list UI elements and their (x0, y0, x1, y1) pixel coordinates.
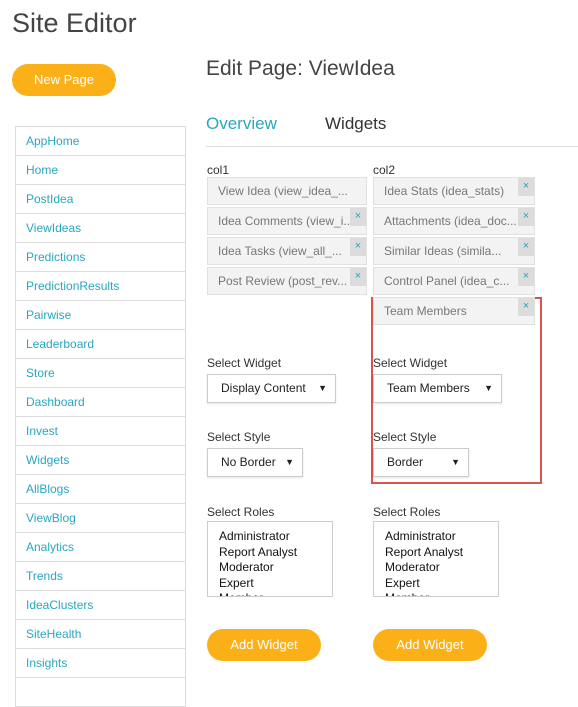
sidebar-item[interactable]: Dashboard (15, 388, 186, 417)
role-option[interactable]: Administrator (385, 529, 498, 545)
col2-header: col2 (373, 163, 396, 177)
widget-label: Control Panel (idea_c... (384, 274, 510, 288)
sidebar-item[interactable]: Analytics (15, 533, 186, 562)
widget-label: Team Members (384, 304, 467, 318)
selected-value: No Border (221, 455, 276, 469)
select-roles-label: Select Roles (373, 505, 441, 519)
page-title: Edit Page: ViewIdea (206, 57, 395, 80)
sidebar-item[interactable]: AllBlogs (15, 475, 186, 504)
sidebar-item[interactable] (15, 678, 186, 707)
caret-down-icon: ▼ (484, 383, 493, 393)
widget-item[interactable]: Control Panel (idea_c... × (373, 267, 535, 295)
sidebar-item[interactable]: Trends (15, 562, 186, 591)
sidebar-item[interactable]: PostIdea (15, 185, 186, 214)
sidebar-item[interactable]: ViewBlog (15, 504, 186, 533)
widget-item[interactable]: Idea Comments (view_i... × (207, 207, 367, 235)
select-style-dropdown[interactable]: Border ▼ (373, 448, 469, 477)
role-option[interactable]: Moderator (385, 560, 498, 576)
select-roles-label: Select Roles (207, 505, 275, 519)
remove-icon[interactable]: × (350, 268, 366, 286)
tab-overview[interactable]: Overview (206, 114, 277, 134)
sidebar-item[interactable]: SiteHealth (15, 620, 186, 649)
caret-down-icon: ▼ (318, 383, 327, 393)
sidebar-item[interactable]: Home (15, 156, 186, 185)
select-widget-dropdown[interactable]: Team Members ▼ (373, 374, 502, 403)
role-option[interactable]: Expert (385, 576, 498, 592)
select-widget-label: Select Widget (207, 356, 282, 370)
widget-label: Post Review (post_rev... (218, 274, 348, 288)
select-style-dropdown[interactable]: No Border ▼ (207, 448, 303, 477)
widget-label: Idea Tasks (view_all_... (218, 244, 342, 258)
select-widget-dropdown[interactable]: Display Content ▼ (207, 374, 336, 403)
role-option[interactable]: Member (219, 591, 332, 596)
selected-value: Display Content (221, 381, 306, 395)
role-option[interactable]: Report Analyst (385, 545, 498, 561)
remove-icon[interactable]: × (518, 238, 534, 256)
tab-divider (206, 146, 578, 147)
caret-down-icon: ▼ (285, 457, 294, 467)
widget-item[interactable]: View Idea (view_idea_... (207, 177, 367, 205)
widget-label: Similar Ideas (simila... (384, 244, 502, 258)
remove-icon[interactable]: × (350, 208, 366, 226)
sidebar-item[interactable]: Insights (15, 649, 186, 678)
tab-widgets[interactable]: Widgets (325, 114, 386, 134)
role-option[interactable]: Administrator (219, 529, 332, 545)
roles-listbox[interactable]: Administrator Report Analyst Moderator Expe… (207, 521, 333, 597)
widget-label: Idea Stats (idea_stats) (384, 184, 505, 198)
select-style-label: Select Style (373, 430, 437, 444)
sidebar-item[interactable]: PredictionResults (15, 272, 186, 301)
remove-icon[interactable]: × (518, 268, 534, 286)
sidebar-item[interactable]: ViewIdeas (15, 214, 186, 243)
widget-item[interactable]: Post Review (post_rev... × (207, 267, 367, 295)
role-option[interactable]: Expert (219, 576, 332, 592)
sidebar-item[interactable]: Pairwise (15, 301, 186, 330)
widget-item[interactable]: Team Members × (373, 297, 535, 325)
remove-icon[interactable]: × (518, 178, 534, 196)
add-widget-button[interactable]: Add Widget (373, 629, 487, 661)
sidebar: AppHome Home PostIdea ViewIdeas Predictions P… (15, 126, 186, 707)
role-option[interactable]: Report Analyst (219, 545, 332, 561)
select-style-label: Select Style (207, 430, 271, 444)
caret-down-icon: ▼ (451, 457, 460, 467)
role-option[interactable]: Member (385, 591, 498, 596)
selected-value: Team Members (387, 381, 470, 395)
sidebar-item[interactable]: Widgets (15, 446, 186, 475)
col1-header: col1 (207, 163, 230, 177)
widget-label: View Idea (view_idea_... (218, 184, 348, 198)
selected-value: Border (387, 455, 424, 469)
remove-icon[interactable]: × (518, 298, 534, 316)
sidebar-item[interactable]: Store (15, 359, 186, 388)
remove-icon[interactable]: × (350, 238, 366, 256)
sidebar-item[interactable]: AppHome (15, 127, 186, 156)
widget-label: Attachments (idea_doc... (384, 214, 517, 228)
sidebar-item[interactable]: Invest (15, 417, 186, 446)
new-page-button[interactable]: New Page (12, 64, 116, 96)
remove-icon[interactable]: × (518, 208, 534, 226)
add-widget-button[interactable]: Add Widget (207, 629, 321, 661)
sidebar-item[interactable]: Predictions (15, 243, 186, 272)
select-widget-label: Select Widget (373, 356, 448, 370)
widget-label: Idea Comments (view_i... (218, 214, 354, 228)
widget-item[interactable]: Attachments (idea_doc... × (373, 207, 535, 235)
app-title: Site Editor (12, 8, 137, 38)
role-option[interactable]: Moderator (219, 560, 332, 576)
sidebar-item[interactable]: Leaderboard (15, 330, 186, 359)
roles-listbox[interactable]: Administrator Report Analyst Moderator Expe… (373, 521, 499, 597)
widget-item[interactable]: Idea Tasks (view_all_... × (207, 237, 367, 265)
widget-item[interactable]: Idea Stats (idea_stats) × (373, 177, 535, 205)
widget-item[interactable]: Similar Ideas (simila... × (373, 237, 535, 265)
sidebar-item[interactable]: IdeaClusters (15, 591, 186, 620)
